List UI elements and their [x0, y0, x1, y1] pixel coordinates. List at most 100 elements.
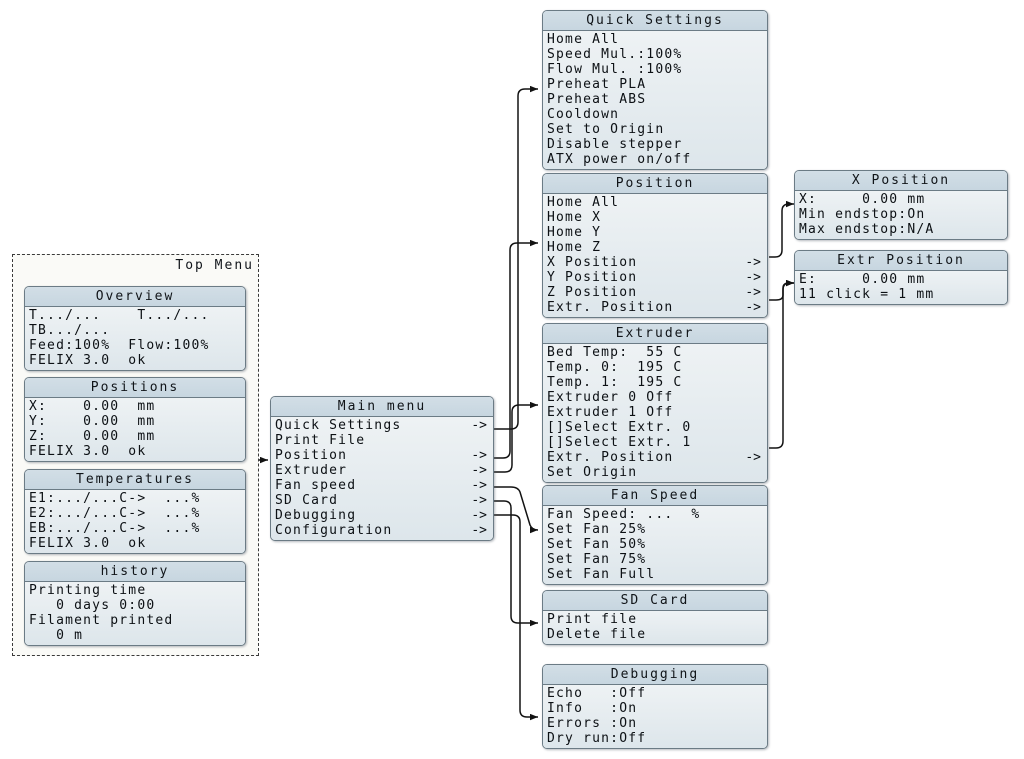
- menu-row[interactable]: Home All: [547, 32, 763, 47]
- panel-quick-settings[interactable]: Quick Settings Home All Speed Mul.:100% Fl…: [542, 10, 768, 170]
- menu-row[interactable]: Position ->: [275, 448, 489, 463]
- menu-row[interactable]: Dry run:Off: [547, 731, 763, 746]
- panel-positions[interactable]: Positions X: 0.00 mm Y: 0.00 mm Z: 0.00 mm…: [24, 377, 246, 462]
- menu-row[interactable]: 11 click = 1 mm: [799, 287, 1003, 302]
- panel-fan-speed-body: Fan Speed: ... % Set Fan 25% Set Fan 50% Se…: [543, 506, 767, 584]
- menu-row[interactable]: Preheat PLA: [547, 77, 763, 92]
- panel-x-position-title: X Position: [795, 171, 1007, 191]
- menu-row[interactable]: X: 0.00 mm: [29, 399, 241, 414]
- menu-row[interactable]: Y Position ->: [547, 270, 763, 285]
- panel-overview[interactable]: Overview T.../... T.../... TB.../... Feed:…: [24, 286, 246, 371]
- menu-row[interactable]: Z Position ->: [547, 285, 763, 300]
- menu-row[interactable]: Temp. 1: 195 C: [547, 375, 763, 390]
- menu-row-label: E1:.../...C-> ...%: [29, 491, 201, 506]
- menu-row[interactable]: Echo :Off: [547, 686, 763, 701]
- panel-position[interactable]: Position Home All Home X Home Y Home ZX Pos…: [542, 173, 768, 318]
- menu-row[interactable]: Set Fan 25%: [547, 522, 763, 537]
- menu-row-label: Feed:100% Flow:100%: [29, 338, 210, 353]
- menu-row[interactable]: []Select Extr. 1: [547, 435, 763, 450]
- panel-temperatures[interactable]: Temperatures E1:.../...C-> ...% E2:.../..…: [24, 469, 246, 554]
- panel-sd-card[interactable]: SD Card Print file Delete file: [542, 590, 768, 645]
- menu-row-label: Fan speed: [275, 478, 357, 493]
- menu-row[interactable]: SD Card ->: [275, 493, 489, 508]
- menu-row[interactable]: Y: 0.00 mm: [29, 414, 241, 429]
- menu-row[interactable]: Bed Temp: 55 C: [547, 345, 763, 360]
- menu-row[interactable]: Delete file: [547, 627, 763, 642]
- panel-x-position[interactable]: X Position X: 0.00 mm Min endstop:On Max e…: [794, 170, 1008, 240]
- menu-row[interactable]: Flow Mul. :100%: [547, 62, 763, 77]
- menu-row[interactable]: Home All: [547, 195, 763, 210]
- panel-extruder-body: Bed Temp: 55 C Temp. 0: 195 C Temp. 1: 195…: [543, 344, 767, 482]
- menu-row[interactable]: FELIX 3.0 ok: [29, 353, 241, 368]
- panel-main-menu[interactable]: Main menu Quick Settings -> Print File Posi…: [270, 396, 494, 541]
- menu-row[interactable]: Quick Settings ->: [275, 418, 489, 433]
- menu-row-label: Temp. 1: 195 C: [547, 375, 683, 390]
- menu-row[interactable]: TB.../...: [29, 323, 241, 338]
- menu-row[interactable]: ATX power on/off: [547, 152, 763, 167]
- menu-row[interactable]: Set Fan Full: [547, 567, 763, 582]
- panel-history[interactable]: history Printing time 0 days 0:00 Filamen…: [24, 561, 246, 646]
- menu-row[interactable]: []Select Extr. 0: [547, 420, 763, 435]
- menu-row[interactable]: Speed Mul.:100%: [547, 47, 763, 62]
- menu-row[interactable]: Extr. Position ->: [547, 450, 763, 465]
- panel-extr-position[interactable]: Extr Position E: 0.00 mm 11 click = 1 mm: [794, 250, 1008, 305]
- menu-row-label: Y: 0.00 mm: [29, 414, 156, 429]
- menu-row[interactable]: Set Origin: [547, 465, 763, 480]
- menu-row[interactable]: 0 m: [29, 628, 241, 643]
- menu-row[interactable]: Home Z: [547, 240, 763, 255]
- menu-row[interactable]: T.../... T.../...: [29, 308, 241, 323]
- menu-row[interactable]: Print file: [547, 612, 763, 627]
- menu-row-label: Set Fan 50%: [547, 537, 647, 552]
- menu-row[interactable]: Print File: [275, 433, 489, 448]
- menu-row[interactable]: Max endstop:N/A: [799, 222, 1003, 237]
- menu-row[interactable]: Errors :On: [547, 716, 763, 731]
- panel-position-title: Position: [543, 174, 767, 194]
- menu-row[interactable]: Extruder 1 Off: [547, 405, 763, 420]
- menu-row-label: Set Fan Full: [547, 567, 656, 582]
- menu-row[interactable]: Extruder ->: [275, 463, 489, 478]
- menu-row[interactable]: FELIX 3.0 ok: [29, 444, 241, 459]
- menu-row[interactable]: Home Y: [547, 225, 763, 240]
- menu-row[interactable]: E2:.../...C-> ...%: [29, 506, 241, 521]
- menu-row[interactable]: Min endstop:On: [799, 207, 1003, 222]
- menu-row[interactable]: Fan Speed: ... %: [547, 507, 763, 522]
- menu-row-label: Extr. Position: [547, 450, 674, 465]
- menu-row[interactable]: X: 0.00 mm: [799, 192, 1003, 207]
- menu-row[interactable]: Filament printed: [29, 613, 241, 628]
- menu-row[interactable]: FELIX 3.0 ok: [29, 536, 241, 551]
- menu-row[interactable]: X Position ->: [547, 255, 763, 270]
- panel-temperatures-title: Temperatures: [25, 470, 245, 490]
- menu-row[interactable]: Extr. Position ->: [547, 300, 763, 315]
- menu-row[interactable]: Printing time: [29, 583, 241, 598]
- menu-row[interactable]: Cooldown: [547, 107, 763, 122]
- menu-row[interactable]: Debugging ->: [275, 508, 489, 523]
- menu-row-label: Set to Origin: [547, 122, 665, 137]
- panel-positions-title: Positions: [25, 378, 245, 398]
- submenu-arrow-icon: ->: [745, 300, 761, 315]
- panel-debugging[interactable]: Debugging Echo :Off Info :On Errors :On Dry…: [542, 664, 768, 749]
- menu-row[interactable]: E: 0.00 mm: [799, 272, 1003, 287]
- menu-row[interactable]: Feed:100% Flow:100%: [29, 338, 241, 353]
- submenu-arrow-icon: ->: [745, 450, 761, 465]
- menu-row-label: Delete file: [547, 627, 647, 642]
- panel-fan-speed[interactable]: Fan Speed Fan Speed: ... % Set Fan 25% Set…: [542, 485, 768, 585]
- menu-row[interactable]: E1:.../...C-> ...%: [29, 491, 241, 506]
- menu-row[interactable]: Extruder 0 Off: [547, 390, 763, 405]
- panel-extruder[interactable]: Extruder Bed Temp: 55 C Temp. 0: 195 C Tem…: [542, 323, 768, 483]
- menu-row[interactable]: Fan speed ->: [275, 478, 489, 493]
- menu-row-label: T.../... T.../...: [29, 308, 210, 323]
- submenu-arrow-icon: ->: [471, 478, 487, 493]
- menu-row[interactable]: Preheat ABS: [547, 92, 763, 107]
- menu-row[interactable]: Set Fan 50%: [547, 537, 763, 552]
- menu-row[interactable]: Z: 0.00 mm: [29, 429, 241, 444]
- menu-row[interactable]: Temp. 0: 195 C: [547, 360, 763, 375]
- menu-row[interactable]: Disable stepper: [547, 137, 763, 152]
- menu-row[interactable]: EB:.../...C-> ...%: [29, 521, 241, 536]
- menu-row[interactable]: 0 days 0:00: [29, 598, 241, 613]
- menu-row[interactable]: Info :On: [547, 701, 763, 716]
- menu-row[interactable]: Set Fan 75%: [547, 552, 763, 567]
- panel-x-position-body: X: 0.00 mm Min endstop:On Max endstop:N/A: [795, 191, 1007, 239]
- menu-row[interactable]: Home X: [547, 210, 763, 225]
- menu-row[interactable]: Configuration ->: [275, 523, 489, 538]
- menu-row[interactable]: Set to Origin: [547, 122, 763, 137]
